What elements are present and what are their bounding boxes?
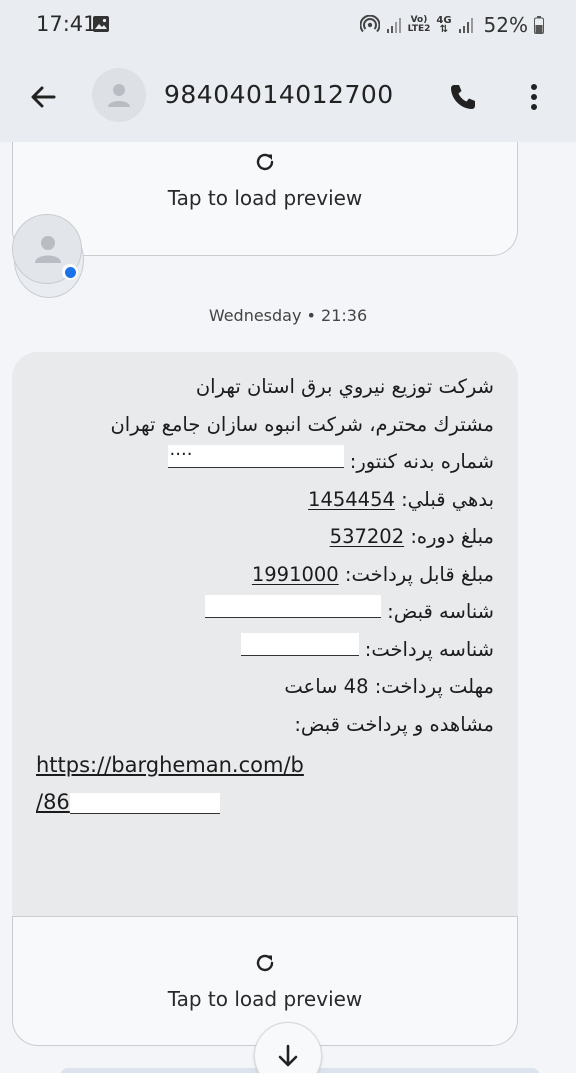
message-bubble[interactable]: شرکت توزیع نیروي برق استان تهران مشترك م…	[12, 352, 518, 916]
bill-id-redacted	[204, 595, 381, 618]
payment-id-line: شناسه پرداخت:	[24, 631, 494, 669]
arrow-left-icon[interactable]	[26, 80, 60, 114]
rcs-badge-icon	[62, 264, 78, 280]
deadline-label: مهلت پرداخت:	[374, 675, 494, 698]
payment-id-redacted	[240, 632, 359, 656]
bill-id-line: شناسه قبض:	[24, 593, 494, 631]
payment-link-line2[interactable]: /86	[36, 790, 70, 814]
volte-indicator: Vo) LTE2	[407, 15, 431, 34]
tap-to-load-preview[interactable]: Tap to load preview	[13, 987, 517, 1011]
link-redacted	[69, 792, 220, 814]
refresh-icon	[256, 954, 274, 972]
status-time: 17:41	[36, 12, 97, 36]
period-amount-value: 537202	[329, 525, 405, 548]
sender-avatar[interactable]	[12, 214, 86, 298]
previous-debt-label: بدهي قبلي:	[401, 487, 494, 511]
payable-amount-value: 1991000	[251, 562, 339, 586]
deadline-line: مهلت پرداخت: 48 ساعت	[24, 668, 494, 706]
person-icon	[108, 84, 130, 107]
status-icons: Vo) LTE2 4G ⇅ 52%	[359, 12, 544, 38]
phone-icon[interactable]	[446, 80, 480, 114]
gallery-notification-icon	[93, 16, 109, 32]
status-bar: 17:41 Vo) LTE2 4G ⇅ 52%	[0, 0, 576, 50]
bill-id-label: شناسه قبض:	[387, 600, 494, 623]
signal-icon	[386, 18, 401, 33]
message-text: شرکت توزیع نیروي برق استان تهران مشترك م…	[24, 368, 494, 743]
period-amount-line: مبلغ دوره: 537202	[24, 518, 494, 556]
battery-icon	[534, 16, 544, 34]
previous-debt-line: بدهي قبلي: 1454454	[24, 481, 494, 519]
contact-number-title[interactable]: 98404014012700	[164, 80, 394, 109]
battery-percentage: 52%	[483, 13, 528, 37]
contact-avatar[interactable]	[92, 68, 146, 122]
period-amount-label: مبلغ دوره:	[410, 525, 494, 548]
payable-amount-label: مبلغ قابل پرداخت:	[344, 562, 494, 586]
view-pay-line: مشاهده و پرداخت قبض:	[294, 712, 494, 736]
message-timestamp: Wednesday • 21:36	[208, 306, 368, 325]
signal-icon-2	[458, 18, 473, 33]
refresh-icon	[256, 153, 274, 171]
payment-link[interactable]: https://bargheman.com/b /86	[36, 747, 496, 821]
meter-label: شماره بدنه کنتور:	[349, 450, 494, 473]
link-preview-card[interactable]: Tap to load preview	[12, 142, 518, 256]
payable-amount-line: مبلغ قابل پرداخت: 1991000	[24, 556, 494, 594]
payment-link-line1[interactable]: https://bargheman.com/b	[36, 753, 304, 777]
tap-to-load-preview[interactable]: Tap to load preview	[13, 186, 517, 210]
conversation-header: 98404014012700	[0, 50, 576, 142]
link-preview-card[interactable]: Tap to load preview	[12, 916, 518, 1046]
more-vert-icon[interactable]	[522, 80, 546, 114]
previous-debt-value: 1454454	[308, 487, 395, 511]
message-list[interactable]: Tap to load preview Wednesday • 21:36 شر…	[0, 142, 576, 1073]
deadline-value: 48 ساعت	[284, 675, 369, 698]
meter-number-line: شماره بدنه کنتور: ....	[24, 439, 494, 481]
message-line: مشترك محترم، شرکت انبوه سازان جامع تهران	[110, 412, 494, 436]
meter-value-redacted: ....	[167, 439, 344, 468]
arrow-down-icon	[278, 1044, 298, 1067]
network-type-indicator: 4G ⇅	[436, 15, 452, 35]
message-line: شرکت توزیع نیروي برق استان تهران	[195, 375, 494, 398]
hotspot-icon	[359, 15, 380, 33]
payment-id-label: شناسه پرداخت:	[364, 637, 494, 661]
